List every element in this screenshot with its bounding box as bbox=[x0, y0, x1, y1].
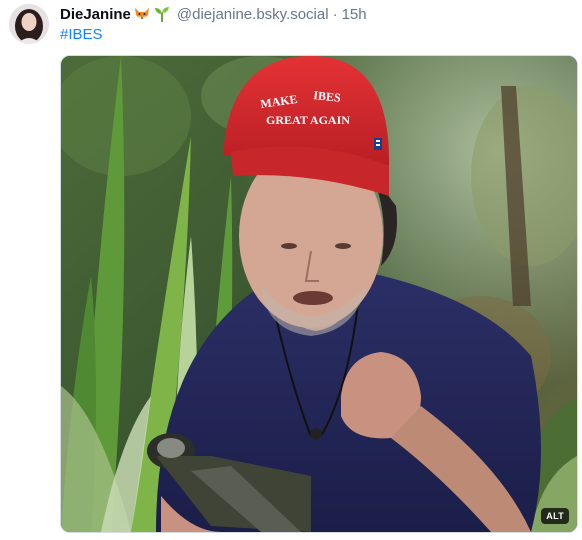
author-avatar[interactable] bbox=[9, 4, 49, 44]
alt-badge[interactable]: ALT bbox=[541, 508, 569, 524]
fox-face-icon bbox=[133, 5, 151, 23]
separator-dot: · bbox=[332, 5, 338, 23]
cap-text-great-again: GREAT AGAIN bbox=[266, 113, 350, 127]
author-handle[interactable]: @diejanine.bsky.social bbox=[177, 6, 329, 23]
avatar-image bbox=[9, 4, 49, 44]
hashtag-link[interactable]: #IBES bbox=[60, 26, 103, 43]
post-header: DieJanine @diejanine.bsky.social · 15h bbox=[60, 4, 367, 24]
post-timestamp[interactable]: 15h bbox=[342, 6, 367, 23]
cap-text-ibes: IBES bbox=[313, 88, 342, 105]
seedling-icon bbox=[153, 5, 171, 23]
jungle-photo: MAKE IBES GREAT AGAIN bbox=[61, 56, 577, 532]
author-display-name[interactable]: DieJanine bbox=[60, 6, 131, 23]
post-image[interactable]: MAKE IBES GREAT AGAIN ALT bbox=[60, 55, 578, 533]
